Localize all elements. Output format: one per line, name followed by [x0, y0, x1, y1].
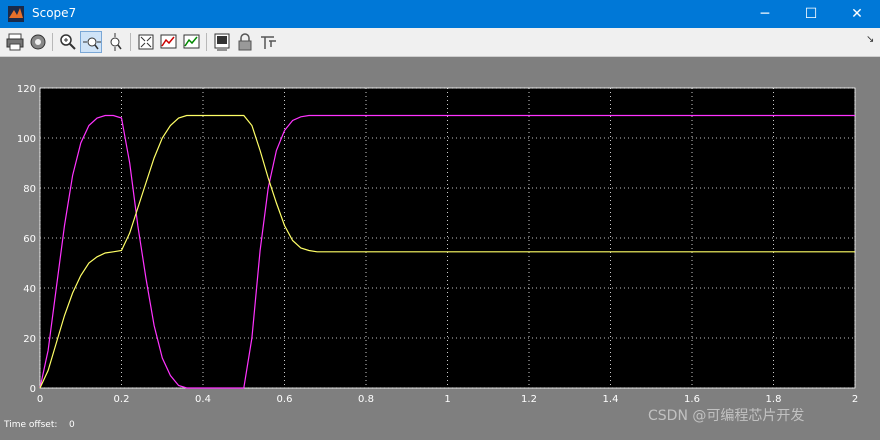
y-tick-label: 0 — [30, 384, 36, 395]
y-tick-label: 20 — [23, 334, 36, 345]
time-offset-value: 0 — [69, 420, 75, 430]
zoom-icon — [60, 34, 76, 50]
y-tick-label: 40 — [23, 284, 36, 295]
toolbar-separator — [130, 33, 131, 51]
x-tick-label: 0 — [37, 394, 43, 405]
signal-selection-icon — [261, 36, 276, 49]
title-bar: Scope7 ─ ☐ ✕ — [0, 0, 880, 28]
lock-axes-icon — [238, 33, 252, 51]
toolbar-overflow-icon[interactable]: ↘ — [866, 34, 874, 45]
x-tick-label: 1.6 — [684, 394, 700, 405]
zoom-y-axis-button[interactable] — [104, 31, 126, 53]
minimize-button[interactable]: ─ — [742, 0, 788, 28]
maximize-button[interactable]: ☐ — [788, 0, 834, 28]
scope-chart: 0 0.2 0.4 0.6 0.8 1 1.2 1.4 1.6 1.8 20204060801001… — [17, 84, 858, 405]
parameters-icon — [30, 34, 46, 50]
signal-selection-button[interactable] — [257, 31, 279, 53]
zoom-button[interactable] — [57, 31, 79, 53]
x-tick-label: 2 — [852, 394, 858, 405]
y-tick-label: 80 — [23, 184, 36, 195]
zoom-x-axis-button[interactable] — [80, 31, 102, 53]
x-tick-label: 0.2 — [114, 394, 130, 405]
x-tick-label: 1 — [444, 394, 450, 405]
y-tick-label: 60 — [23, 234, 36, 245]
x-tick-label: 0.6 — [277, 394, 293, 405]
x-tick-label: 1.2 — [521, 394, 537, 405]
autoscale-icon — [138, 34, 154, 50]
floating-scope-button[interactable] — [211, 31, 233, 53]
x-tick-label: 0.4 — [195, 394, 211, 405]
save-axes-settings-button[interactable] — [158, 31, 180, 53]
zoom-x-axis-icon — [83, 37, 101, 50]
y-tick-label: 120 — [17, 84, 36, 95]
x-tick-label: 0.8 — [358, 394, 374, 405]
scope-plot-area: 0 0.2 0.4 0.6 0.8 1 1.2 1.4 1.6 1.8 2 0 20 40 60 80 100 1… — [0, 57, 880, 436]
matlab-scope-icon — [8, 6, 24, 22]
parameters-button[interactable] — [27, 31, 49, 53]
time-offset-label: Time offset: — [4, 420, 58, 430]
toolbar-separator — [206, 33, 207, 51]
save-axes-settings-icon — [160, 34, 177, 49]
watermark: CSDN @可编程芯片开发 — [648, 408, 805, 424]
y-tick-label: 100 — [17, 134, 36, 145]
restore-axes-settings-button[interactable] — [181, 31, 203, 53]
print-icon — [6, 33, 24, 51]
lock-axes-button[interactable] — [234, 31, 256, 53]
close-button[interactable]: ✕ — [834, 0, 880, 28]
print-button[interactable] — [4, 31, 26, 53]
restore-axes-settings-icon — [183, 34, 200, 49]
x-tick-label: 1.4 — [603, 394, 619, 405]
window-title: Scope7 — [32, 6, 77, 20]
toolbar: ↘ — [0, 28, 880, 57]
autoscale-button[interactable] — [135, 31, 157, 53]
floating-scope-icon — [214, 33, 230, 51]
x-tick-label: 1.8 — [766, 394, 782, 405]
zoom-y-axis-icon — [110, 33, 122, 51]
toolbar-separator — [52, 33, 53, 51]
